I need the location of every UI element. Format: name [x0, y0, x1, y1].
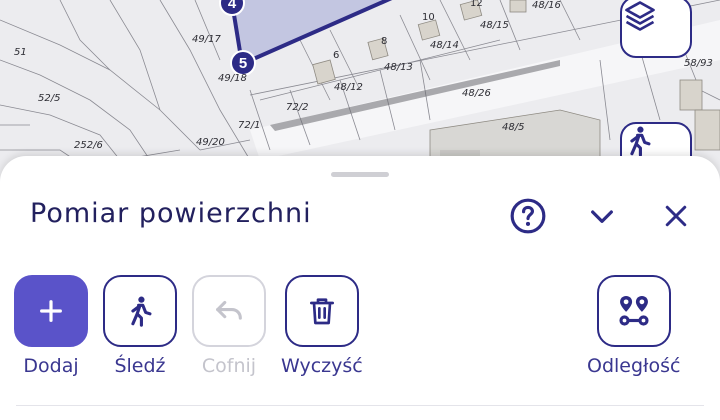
chevron-down-icon	[591, 210, 613, 223]
layers-button[interactable]	[620, 0, 692, 58]
add-point-label: Dodaj	[23, 355, 79, 377]
help-button[interactable]	[506, 196, 550, 236]
house-number: 12	[470, 0, 483, 9]
add-point-tool[interactable]: Dodaj	[14, 275, 88, 377]
measurement-bottom-sheet: Pomiar powierzchni Dodaj Śledź Cofnij Wy…	[0, 156, 720, 420]
parcel-label: 49/17	[192, 34, 221, 45]
undo-tool[interactable]: Cofnij	[192, 275, 266, 377]
divider	[16, 405, 704, 406]
distance-tool[interactable]: Odległość	[587, 275, 680, 377]
collapse-button[interactable]	[580, 196, 624, 236]
track-label: Śledź	[114, 355, 166, 377]
trash-icon	[309, 298, 334, 325]
undo-button[interactable]	[192, 275, 266, 347]
distance-label: Odległość	[587, 355, 681, 377]
parcel-label: 48/12	[334, 82, 363, 93]
track-tool[interactable]: Śledź	[103, 275, 177, 377]
house-number: 10	[422, 12, 435, 23]
parcel-label: 49/20	[196, 137, 225, 148]
parcel-label: 48/16	[532, 0, 561, 11]
parcel-label: 49/18	[218, 73, 247, 84]
sheet-title: Pomiar powierzchni	[30, 198, 312, 229]
parcel-label: 48/14	[430, 40, 459, 51]
parcel-label: 48/15	[480, 20, 509, 31]
parcel-label: 48/5	[502, 122, 525, 133]
walking-person-icon	[131, 296, 152, 327]
parcel-label: 58/93	[684, 58, 713, 69]
route-distance-icon	[619, 295, 649, 326]
parcel-label: 51	[14, 47, 27, 58]
undo-icon	[216, 300, 242, 320]
clear-label: Wyczyść	[281, 355, 363, 377]
clear-button[interactable]	[284, 275, 359, 347]
clear-tool[interactable]: Wyczyść	[281, 275, 363, 377]
walking-person-icon	[630, 126, 651, 157]
track-button[interactable]	[103, 275, 177, 347]
parcel-label: 48/26	[462, 88, 491, 99]
parcel-label: 72/2	[286, 102, 309, 113]
help-circle-icon	[510, 198, 546, 234]
parcel-label: 52/5	[38, 93, 61, 104]
sheet-drag-handle[interactable]	[331, 172, 389, 177]
plus-icon	[40, 300, 62, 322]
distance-button[interactable]	[596, 275, 671, 347]
undo-label: Cofnij	[201, 355, 257, 377]
layers-icon	[625, 1, 655, 31]
house-number: 8	[381, 36, 388, 47]
close-icon	[665, 205, 687, 227]
house-number: 6	[333, 50, 340, 61]
parcel-label: 48/13	[384, 62, 413, 73]
close-button[interactable]	[654, 196, 698, 236]
parcel-label: 252/6	[74, 140, 103, 151]
parcel-label: 72/1	[238, 120, 261, 131]
add-point-button[interactable]	[14, 275, 88, 347]
